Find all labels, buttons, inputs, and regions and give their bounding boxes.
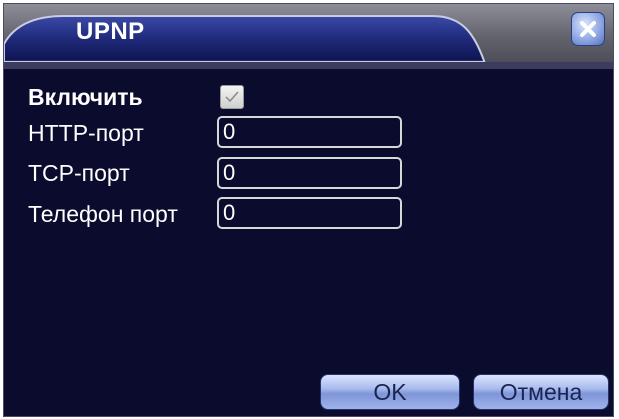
- window-title: UPNP: [76, 18, 145, 45]
- cancel-button[interactable]: Отмена: [473, 374, 609, 410]
- enable-checkbox[interactable]: [220, 85, 244, 109]
- tcp-port-input[interactable]: [217, 157, 402, 189]
- enable-label: Включить: [28, 84, 143, 110]
- ok-button[interactable]: OK: [320, 374, 460, 410]
- checkmark-icon: [225, 91, 239, 103]
- close-icon: [580, 21, 596, 37]
- title-bar[interactable]: UPNP: [4, 4, 613, 62]
- http-port-label: HTTP-порт: [28, 120, 144, 146]
- upnp-dialog: UPNP Включить HTTP-порт TCP-порт Телефон…: [3, 3, 614, 417]
- http-port-input[interactable]: [217, 116, 402, 148]
- phone-port-input[interactable]: [217, 197, 402, 229]
- tcp-port-label: TCP-порт: [28, 160, 130, 186]
- title-separator: [4, 62, 613, 69]
- phone-port-label: Телефон порт: [28, 201, 178, 227]
- close-button[interactable]: [571, 12, 605, 46]
